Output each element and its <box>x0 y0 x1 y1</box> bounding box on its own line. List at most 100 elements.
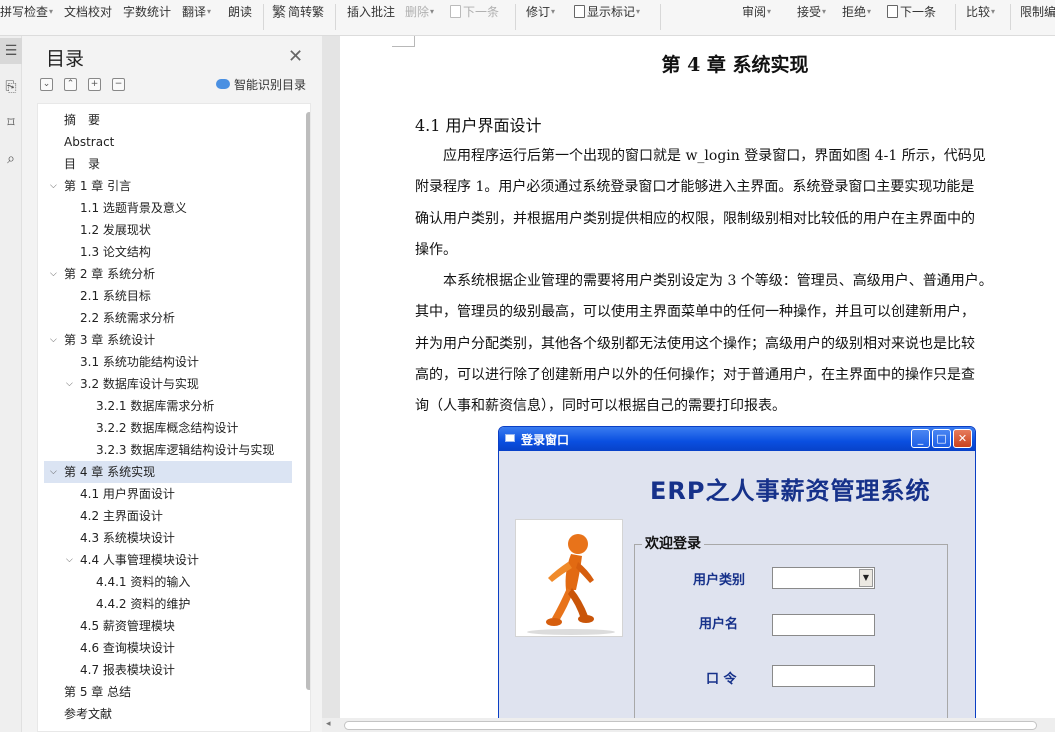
toc-item[interactable]: 4.3 系统模块设计 <box>44 527 292 549</box>
crop-mark <box>392 36 415 47</box>
section-title: 4.1 用户界面设计 <box>415 116 542 135</box>
toc-item[interactable]: 4.2 主界面设计 <box>44 505 292 527</box>
toc-item[interactable]: 4.6 查询模块设计 <box>44 637 292 659</box>
search-icon[interactable]: ⌕ <box>0 146 22 172</box>
password-field <box>772 665 875 687</box>
simplified-to-traditional-button[interactable]: 繁简转繁 <box>272 0 324 24</box>
toc-item[interactable]: Abstract <box>44 131 292 153</box>
chevron-down-icon[interactable]: ⌵ <box>50 175 57 197</box>
paragraph-line: 其中，管理员的级别最高，可以使用主界面菜单中的任何一种操作，并且可以创建新用户， <box>415 304 975 321</box>
toc-item[interactable]: ⌵ 第 3 章 系统设计 <box>44 329 292 351</box>
horizontal-scrollbar[interactable]: ◂ <box>322 718 1055 732</box>
toc-item[interactable]: ⌵ 3.2 数据库设计与实现 <box>44 373 292 395</box>
chevron-down-icon[interactable]: ⌵ <box>50 263 57 285</box>
password-label: 口 令 <box>706 672 737 687</box>
smart-recognize-icon <box>216 79 230 89</box>
toc-item[interactable]: 2.1 系统目标 <box>44 285 292 307</box>
scrollbar-thumb[interactable] <box>344 721 1037 730</box>
toc-title: 目录 <box>46 48 85 70</box>
toc-item[interactable]: 3.2.2 数据库概念结构设计 <box>44 417 292 439</box>
toc-item[interactable]: 3.1 系统功能结构设计 <box>44 351 292 373</box>
close-icon[interactable]: ✕ <box>288 46 303 67</box>
chevron-down-icon: ▼ <box>859 569 873 587</box>
toc-item[interactable]: ⌵ 4.4 人事管理模块设计 <box>44 549 292 571</box>
accept-button[interactable]: 接受▾ <box>797 0 826 24</box>
next-change-icon <box>887 5 898 18</box>
toc-pane: 目录 ✕ ⌄ ⌃ + − 智能识别目录 摘 要 Abstract 目 录 ⌵ 第 … <box>22 36 322 732</box>
toc-item-selected[interactable]: ⌵ 第 4 章 系统实现 <box>44 461 292 483</box>
figure-window-title: 登录窗口 <box>521 433 570 447</box>
chevron-down-icon[interactable]: ⌵ <box>50 329 57 351</box>
track-changes-button[interactable]: 修订▾ <box>526 0 555 24</box>
close-icon: ✕ <box>953 429 972 448</box>
review-pane-button[interactable]: 审阅▾ <box>742 0 771 24</box>
chevron-down-icon[interactable]: ⌵ <box>66 373 73 395</box>
toc-item[interactable]: 参考文献 <box>44 703 292 725</box>
chapter-nav-icon[interactable]: ⎘ <box>0 74 22 100</box>
toc-item[interactable]: 1.1 选题背景及意义 <box>44 197 292 219</box>
document-page[interactable]: 第 4 章 系统实现 4.1 用户界面设计 应用程序运行后第一个出现的窗口就是 … <box>340 36 1055 724</box>
chevron-down-icon[interactable]: ⌵ <box>66 549 73 571</box>
toc-item[interactable]: 2.2 系统需求分析 <box>44 307 292 329</box>
toc-panel-icon[interactable]: ☰ <box>0 38 22 64</box>
toc-scrollbar[interactable] <box>306 112 310 690</box>
paragraph-line: 询（人事和薪资信息），同时可以根据自己的需要打印报表。 <box>415 398 786 415</box>
toc-item[interactable]: 4.7 报表模块设计 <box>44 659 292 681</box>
restrict-editing-button[interactable]: 限制编 <box>1020 0 1055 24</box>
spell-check-button[interactable]: 拼写检查▾ <box>0 0 53 24</box>
collapse-all-icon[interactable]: ⌃ <box>64 78 77 91</box>
minimize-icon: _ <box>911 429 930 448</box>
user-type-dropdown: ▼ <box>772 567 875 589</box>
add-heading-icon[interactable]: + <box>88 78 101 91</box>
toc-item[interactable]: 4.1 用户界面设计 <box>44 483 292 505</box>
show-markup-button[interactable]: 显示标记▾ <box>574 0 640 24</box>
toc-item[interactable]: ⌵ 第 1 章 引言 <box>44 175 292 197</box>
chevron-down-icon[interactable]: ⌵ <box>50 461 57 483</box>
paragraph-line: 并为用户分配类别，其他各个级别都无法使用这个操作；高级用户的级别相对来说也是比较 <box>415 335 975 352</box>
expand-all-icon[interactable]: ⌄ <box>40 78 53 91</box>
user-name-field <box>772 614 875 636</box>
toc-item[interactable]: 目 录 <box>44 153 292 175</box>
toc-item[interactable]: 4.4.1 资料的输入 <box>44 571 292 593</box>
paragraph-1: 应用程序运行后第一个出现的窗口就是 w_login 登录窗口，界面如图 4-1 … <box>415 141 1055 266</box>
reject-button[interactable]: 拒绝▾ <box>842 0 871 24</box>
compare-button[interactable]: 比较▾ <box>966 0 995 24</box>
maximize-icon: □ <box>932 429 951 448</box>
toc-item[interactable]: 摘 要 <box>44 109 292 131</box>
user-type-label: 用户类别 <box>693 573 746 588</box>
show-markup-icon <box>574 5 585 18</box>
scroll-left-icon[interactable]: ◂ <box>326 719 331 729</box>
paragraph-line: 应用程序运行后第一个出现的窗口就是 w_login 登录窗口，界面如图 4-1 … <box>415 148 986 164</box>
review-toolbar: 拼写检查▾ 文档校对 字数统计 翻译▾ 朗读 繁简转繁 插入批注 删除▾ 下一条… <box>0 0 1055 36</box>
smart-recognize-toc-button[interactable]: 智能识别目录 <box>234 76 306 93</box>
bookmark-icon[interactable]: ⌑ <box>0 110 22 136</box>
paragraph-line: 操作。 <box>415 241 457 258</box>
toc-item[interactable]: 3.2.3 数据库逻辑结构设计与实现 <box>44 439 292 461</box>
paragraph-line: 本系统根据企业管理的需要将用户类别设定为 3 个等级：管理员、高级用户、普通用户… <box>415 273 993 289</box>
running-figure-image <box>515 519 623 637</box>
toc-item[interactable]: 1.3 论文结构 <box>44 241 292 263</box>
insert-comment-button[interactable]: 插入批注 <box>347 0 395 24</box>
login-group-label: 欢迎登录 <box>642 533 704 553</box>
translate-button[interactable]: 翻译▾ <box>182 0 211 24</box>
next-comment-button[interactable]: 下一条 <box>450 0 499 24</box>
read-aloud-button[interactable]: 朗读 <box>228 0 252 24</box>
toc-item[interactable]: 3.2.1 数据库需求分析 <box>44 395 292 417</box>
toc-list: 摘 要 Abstract 目 录 ⌵ 第 1 章 引言 1.1 选题背景及意义 1… <box>37 103 311 732</box>
chapter-title: 第 4 章 系统实现 <box>661 54 809 76</box>
next-change-button[interactable]: 下一条 <box>887 0 936 24</box>
paragraph-2: 本系统根据企业管理的需要将用户类别设定为 3 个等级：管理员、高级用户、普通用户… <box>415 266 1055 422</box>
toc-item[interactable]: 第 5 章 总结 <box>44 681 292 703</box>
toc-item[interactable]: 1.2 发展现状 <box>44 219 292 241</box>
app-title: ERP之人事薪资管理系统 <box>650 477 931 505</box>
toc-item[interactable]: ⌵ 第 2 章 系统分析 <box>44 263 292 285</box>
toc-item[interactable]: 4.5 薪资管理模块 <box>44 615 292 637</box>
toc-item[interactable]: 4.4.2 资料的维护 <box>44 593 292 615</box>
document-area: ▾ 第 4 章 系统实现 4.1 用户界面设计 应用程序运行后第一个出现的窗口就… <box>322 36 1055 732</box>
login-window-figure: 登录窗口 _ □ ✕ ERP之人事薪资管理系统 欢迎登录 用户类别 ▼ 用户名 … <box>498 426 976 724</box>
remove-heading-icon[interactable]: − <box>112 78 125 91</box>
document-proofread-button[interactable]: 文档校对 <box>64 0 112 24</box>
delete-comment-button[interactable]: 删除▾ <box>405 0 434 24</box>
word-count-button[interactable]: 字数统计 <box>123 0 171 24</box>
paragraph-line: 高的，可以进行除了创建新用户以外的任何操作；对于普通用户，在主界面中的操作只是查 <box>415 366 975 383</box>
